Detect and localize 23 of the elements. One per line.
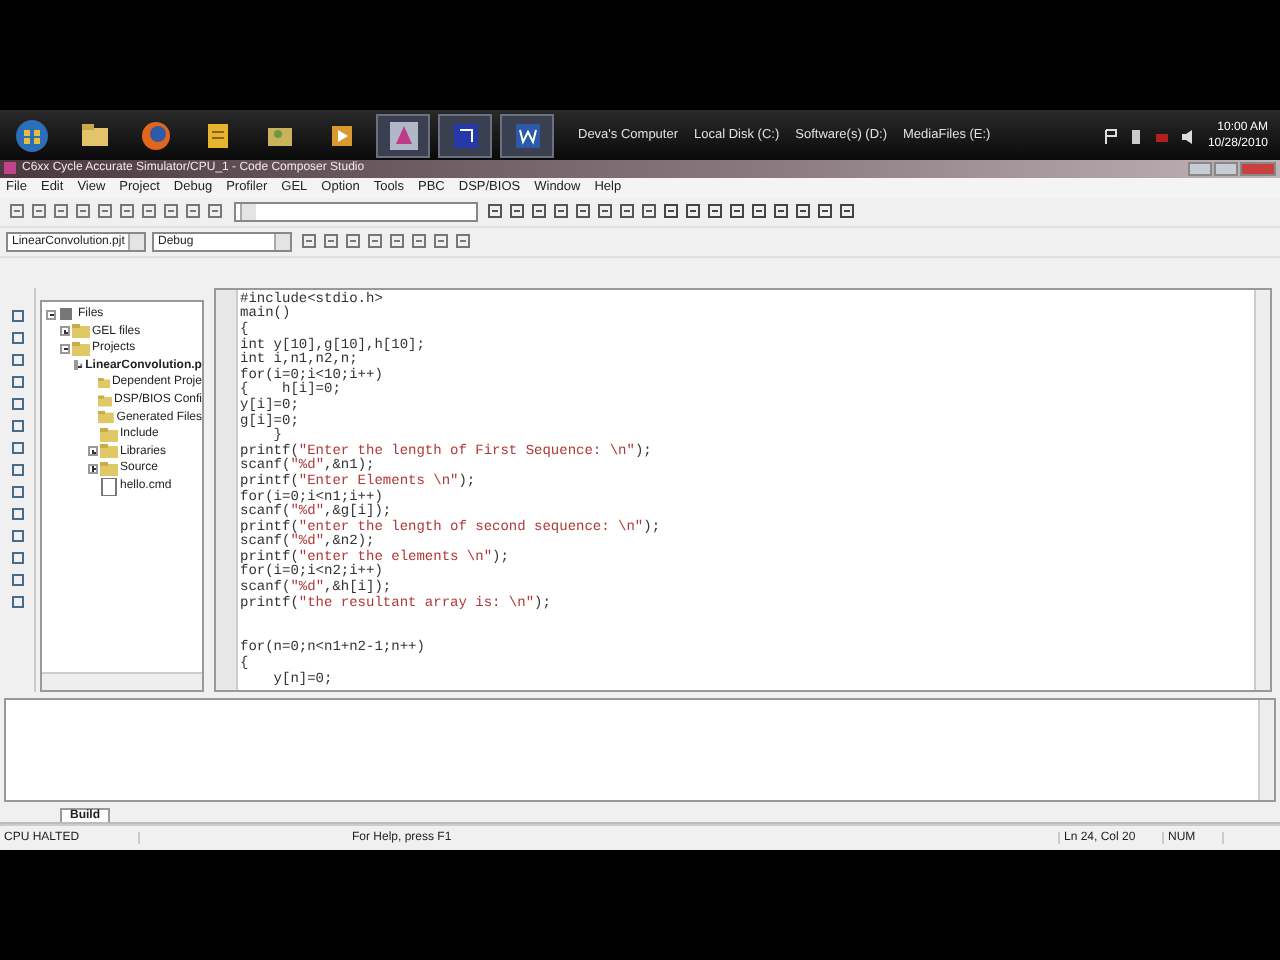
expand-toggle[interactable] <box>60 326 70 337</box>
collapse-toggle[interactable] <box>74 360 79 371</box>
folder-icon <box>100 459 118 478</box>
expand-toggle[interactable] <box>88 446 98 457</box>
expand-toggle[interactable] <box>88 463 98 474</box>
folder-icon <box>100 442 118 461</box>
file-icon <box>100 477 118 496</box>
folder-icon <box>98 408 115 427</box>
collapse-toggle[interactable] <box>46 309 56 320</box>
app-icon <box>4 162 16 175</box>
horizontal-scrollbar[interactable] <box>42 672 202 691</box>
folder-icon <box>72 322 90 341</box>
browser-icon[interactable] <box>137 117 173 153</box>
studio-app-icon[interactable] <box>385 117 421 153</box>
start-button[interactable] <box>13 117 49 153</box>
folder-icon <box>72 339 90 358</box>
search-combo[interactable] <box>234 201 478 222</box>
vertical-scrollbar[interactable] <box>1254 289 1270 691</box>
collapse-toggle[interactable] <box>60 343 70 354</box>
speaker-icon[interactable] <box>1179 127 1196 143</box>
files-icon <box>58 305 76 324</box>
folder-icon <box>100 425 118 444</box>
flag-icon[interactable] <box>1101 127 1118 143</box>
